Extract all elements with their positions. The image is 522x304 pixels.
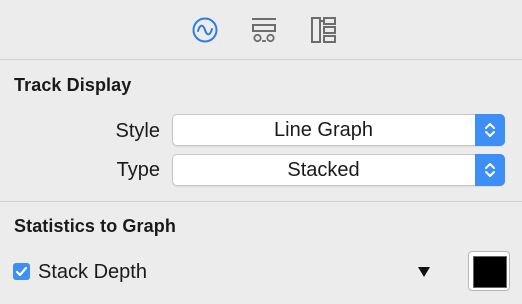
checkmark-icon [15,266,28,277]
hierarchy-icon[interactable] [310,16,338,44]
stack-depth-label: Stack Depth [38,261,147,283]
type-label: Type [116,159,160,181]
triangle-down-icon[interactable] [416,264,432,280]
updown-chevron-icon [485,163,495,177]
style-select-value: Line Graph [274,119,373,141]
inspector-toolbar [0,0,522,60]
waveform-icon[interactable] [191,16,219,44]
type-select[interactable]: Stacked [172,154,505,186]
type-select-stepper[interactable] [475,154,505,186]
color-swatch [473,256,507,288]
updown-chevron-icon [485,123,495,137]
statistics-heading: Statistics to Graph [14,216,176,236]
style-select[interactable]: Line Graph [172,114,505,146]
type-select-value: Stacked [287,159,360,181]
style-select-stepper[interactable] [475,114,505,146]
stack-depth-checkbox[interactable] [13,263,30,280]
style-label: Style [115,120,160,142]
track-display-heading: Track Display [14,75,132,95]
section-divider [0,201,522,202]
track-layout-icon[interactable] [250,16,278,44]
stack-depth-color-well[interactable] [468,251,510,291]
